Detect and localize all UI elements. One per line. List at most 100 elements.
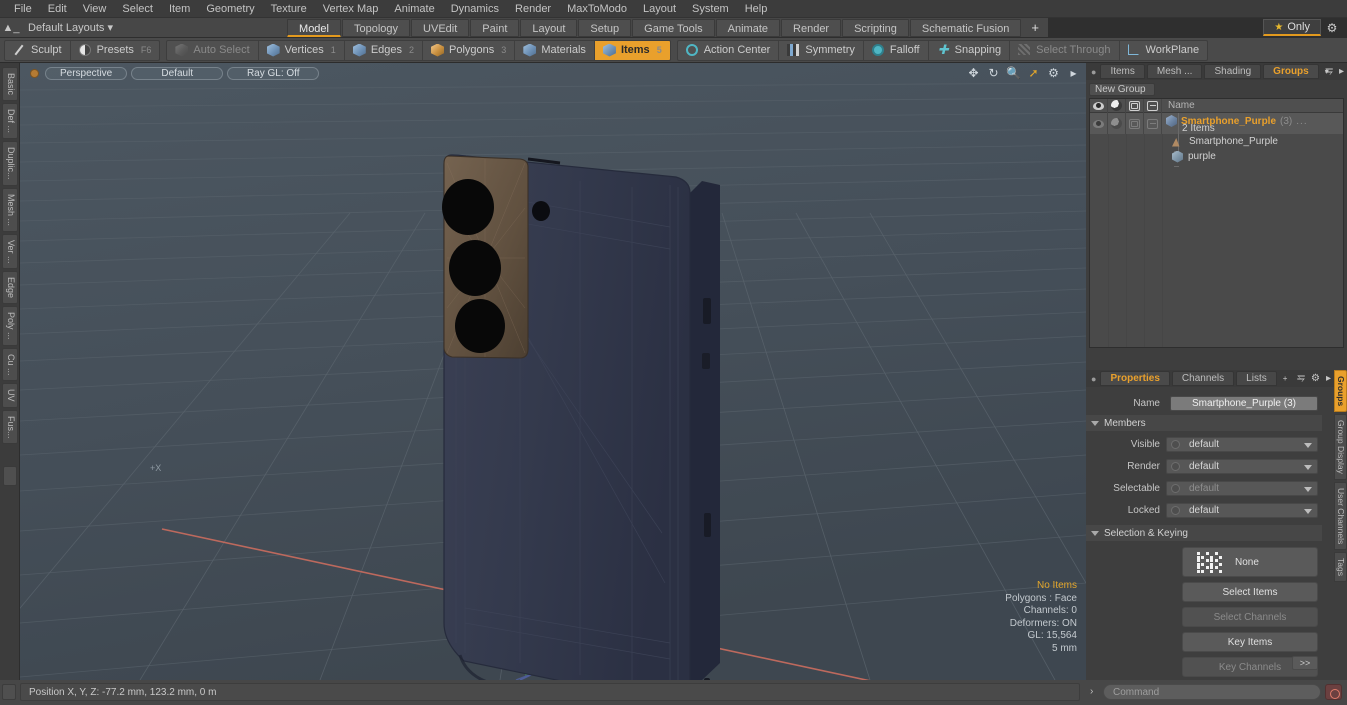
chevron-right-icon[interactable]: ▸ [1067, 66, 1080, 80]
properties-tab-lists[interactable]: Lists [1236, 371, 1277, 386]
table-row[interactable]: Smartphone_Purple (3) ... 2 Items [1090, 113, 1343, 134]
menu-item-item[interactable]: Item [161, 0, 198, 18]
layout-tab-render[interactable]: Render [781, 18, 842, 37]
left-tab-fus[interactable]: Fus... [2, 409, 18, 445]
menu-item-geometry[interactable]: Geometry [198, 0, 262, 18]
layout-tab-scripting[interactable]: Scripting [842, 18, 909, 37]
add-layout-button[interactable]: + [1022, 20, 1048, 35]
toolbar-button-auto-select[interactable]: Auto Select [167, 41, 257, 60]
viewport-shading-pill[interactable]: Default [131, 66, 224, 80]
panel-tab-shading[interactable]: Shading [1204, 64, 1262, 79]
chevron-right-icon[interactable]: ▸ [1326, 373, 1331, 384]
panel-menu-dot-icon[interactable]: ● [1086, 67, 1100, 77]
property-dropdown-visible[interactable]: default [1166, 436, 1318, 452]
row-eye-icon[interactable] [1090, 113, 1108, 134]
panel-menu-dot-icon[interactable]: ● [1086, 374, 1100, 384]
rotate-icon[interactable]: ↻ [987, 66, 1000, 80]
render-icon[interactable] [1108, 99, 1126, 113]
menu-item-render[interactable]: Render [507, 0, 559, 18]
properties-tab-properties[interactable]: Properties [1100, 371, 1170, 386]
menu-item-animate[interactable]: Animate [386, 0, 442, 18]
button-key-items[interactable]: Key Items [1182, 632, 1318, 652]
zoom-icon[interactable]: 🔍 [1006, 66, 1021, 80]
menu-item-help[interactable]: Help [737, 0, 776, 18]
toolbar-button-falloff[interactable]: Falloff [862, 40, 928, 60]
layout-tab-schematic-fusion[interactable]: Schematic Fusion [909, 18, 1022, 37]
menu-item-dynamics[interactable]: Dynamics [443, 0, 507, 18]
chevron-right-icon[interactable]: ▸ [1339, 66, 1344, 77]
row-selectable-icon[interactable] [1126, 113, 1144, 134]
panel-tab-mesh[interactable]: Mesh ... [1146, 64, 1203, 79]
menu-item-select[interactable]: Select [114, 0, 161, 18]
toolbar-button-vertices[interactable]: Vertices 1 [257, 40, 344, 60]
property-toggle-bubble[interactable] [1171, 484, 1180, 493]
property-dropdown-render[interactable]: default [1166, 458, 1318, 474]
menu-item-vertex-map[interactable]: Vertex Map [315, 0, 387, 18]
status-left-icon[interactable] [2, 684, 16, 700]
left-tab-cu[interactable]: Cu ... [2, 347, 18, 382]
toolbar-button-workplane[interactable]: WorkPlane [1118, 40, 1208, 60]
menu-item-texture[interactable]: Texture [263, 0, 315, 18]
menu-item-system[interactable]: System [684, 0, 737, 18]
property-toggle-bubble[interactable] [1171, 506, 1180, 515]
left-tab-ver[interactable]: Ver ... [2, 233, 18, 270]
left-tab-mesh[interactable]: Mesh ... [2, 187, 18, 232]
left-tab-uv[interactable]: UV [2, 383, 18, 408]
layout-tab-uvedit[interactable]: UVEdit [411, 18, 470, 37]
layout-tab-animate[interactable]: Animate [715, 18, 781, 37]
gear-icon[interactable]: ⚙ [1047, 66, 1060, 80]
selection-keying-section-header[interactable]: Selection & Keying [1086, 525, 1322, 541]
panel-tab-groups[interactable]: Groups [1263, 64, 1319, 79]
group-name-field[interactable]: Smartphone_Purple (3) [1170, 395, 1318, 411]
left-tab-duplic[interactable]: Duplic... [2, 141, 18, 186]
toolbar-button-items[interactable]: Items 5 [593, 40, 670, 60]
menu-item-file[interactable]: File [6, 0, 40, 18]
right-tab-user-channels[interactable]: User Channels [1334, 482, 1347, 551]
keying-mode-dropdown[interactable]: None [1182, 547, 1318, 577]
layout-tab-layout[interactable]: Layout [520, 18, 578, 37]
left-tab-poly[interactable]: Poly ... [2, 306, 18, 346]
toolbar-button-symmetry[interactable]: Symmetry [778, 40, 863, 60]
panel-tab-items[interactable]: Items [1100, 64, 1145, 79]
menu-item-layout[interactable]: Layout [635, 0, 684, 18]
layout-tab-game-tools[interactable]: Game Tools [632, 18, 715, 37]
expand-icon[interactable]: ⥧ [1297, 373, 1305, 384]
property-toggle-bubble[interactable] [1171, 440, 1180, 449]
property-dropdown-selectable[interactable]: default [1166, 480, 1318, 496]
right-tab-groups[interactable]: Groups [1334, 370, 1347, 413]
toolbar-button-snapping[interactable]: ✚ Snapping [927, 40, 1010, 60]
layout-tab-topology[interactable]: Topology [342, 18, 411, 37]
menu-item-view[interactable]: View [75, 0, 115, 18]
home-icon[interactable]: ▲_ [0, 19, 22, 37]
eye-icon[interactable] [1090, 99, 1108, 113]
left-tab-def[interactable]: Def ... [2, 103, 18, 140]
new-group-button[interactable]: New Group [1089, 83, 1155, 96]
toolbar-button-polygons[interactable]: Polygons 3 [422, 40, 514, 60]
toolbar-button-edges[interactable]: Edges 2 [343, 40, 422, 60]
toolbar-button-action-center[interactable]: Action Center [678, 41, 779, 60]
layout-preset-selector[interactable]: Default Layouts ▾ [22, 21, 119, 34]
row-lock-icon[interactable] [1144, 113, 1162, 134]
gear-icon[interactable]: ⚙ [1311, 373, 1320, 384]
left-strip-extra-button[interactable] [3, 466, 17, 486]
property-dropdown-locked[interactable]: default [1166, 502, 1318, 518]
selectable-icon[interactable] [1126, 99, 1144, 113]
only-toggle[interactable]: ★ Only [1263, 19, 1321, 36]
command-input[interactable]: Command [1103, 684, 1321, 700]
groups-tree[interactable]: Name Smartphone_Purple (3) ... 2 Items S… [1089, 98, 1344, 348]
toolbar-button-select-through[interactable]: Select Through [1009, 40, 1118, 60]
lock-icon[interactable] [1144, 99, 1162, 113]
toolbar-button-materials[interactable]: Materials [514, 40, 594, 60]
viewport-menu-dot-icon[interactable] [30, 68, 39, 78]
layout-tab-paint[interactable]: Paint [470, 18, 520, 37]
move-icon[interactable]: ✥ [967, 66, 980, 80]
right-tab-group-display[interactable]: Group Display [1334, 414, 1347, 481]
layout-tab-setup[interactable]: Setup [578, 18, 632, 37]
toolbar-button-sculpt[interactable]: Sculpt [5, 41, 70, 60]
layout-tab-model[interactable]: Model [287, 18, 341, 37]
toolbar-button-presets[interactable]: Presets F6 [69, 40, 160, 60]
more-options-button[interactable]: >> [1292, 656, 1318, 670]
viewport-projection-pill[interactable]: Perspective [45, 66, 128, 80]
fit-icon[interactable]: ➚ [1027, 66, 1040, 80]
members-section-header[interactable]: Members [1086, 415, 1322, 431]
